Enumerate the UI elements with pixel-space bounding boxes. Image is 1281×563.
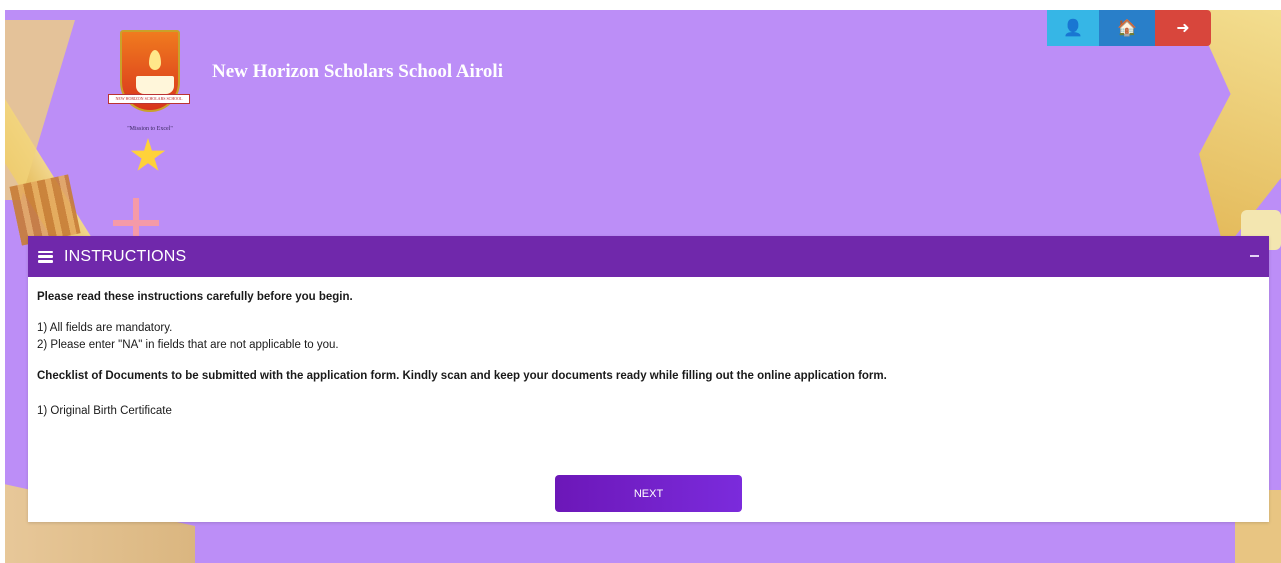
book-icon xyxy=(136,76,174,94)
next-button[interactable]: NEXT xyxy=(555,475,742,512)
panel-body: Please read these instructions carefully… xyxy=(28,277,1269,417)
flame-icon xyxy=(149,50,161,70)
panel-title: INSTRUCTIONS xyxy=(64,247,187,265)
page: NEW HORIZON SCHOLARS SCHOOL "Mission to … xyxy=(0,0,1281,563)
home-icon: 🏠 xyxy=(1117,20,1137,37)
rules-list: 1) All fields are mandatory. 2) Please e… xyxy=(37,320,1260,354)
rule-item: 2) Please enter "NA" in fields that are … xyxy=(37,339,339,351)
decorative-cross xyxy=(113,220,159,226)
home-button[interactable]: 🏠 xyxy=(1099,10,1155,46)
profile-button[interactable]: 👤 xyxy=(1047,10,1099,46)
menu-icon xyxy=(38,250,53,263)
checklist-heading: Checklist of Documents to be submitted w… xyxy=(37,370,887,382)
collapse-icon[interactable] xyxy=(1250,255,1259,257)
panel-header: INSTRUCTIONS xyxy=(28,236,1269,277)
document-item: 1) Original Birth Certificate xyxy=(37,405,172,417)
school-name: New Horizon Scholars School Airoli xyxy=(212,61,503,82)
instructions-panel: INSTRUCTIONS Please read these instructi… xyxy=(28,236,1269,522)
school-logo: NEW HORIZON SCHOLARS SCHOOL "Mission to … xyxy=(108,30,190,180)
logout-icon: ➜ xyxy=(1176,20,1190,37)
logo-motto: "Mission to Excel" xyxy=(127,126,173,132)
instructions-lead: Please read these instructions carefully… xyxy=(37,291,353,303)
logo-band: NEW HORIZON SCHOLARS SCHOOL xyxy=(108,94,190,104)
star-icon xyxy=(130,138,166,171)
rule-item: 1) All fields are mandatory. xyxy=(37,322,173,334)
user-icon: 👤 xyxy=(1063,20,1083,37)
top-action-buttons: 👤 🏠 ➜ xyxy=(1047,10,1211,46)
decorative-pencils xyxy=(9,174,81,246)
logout-button[interactable]: ➜ xyxy=(1155,10,1211,46)
